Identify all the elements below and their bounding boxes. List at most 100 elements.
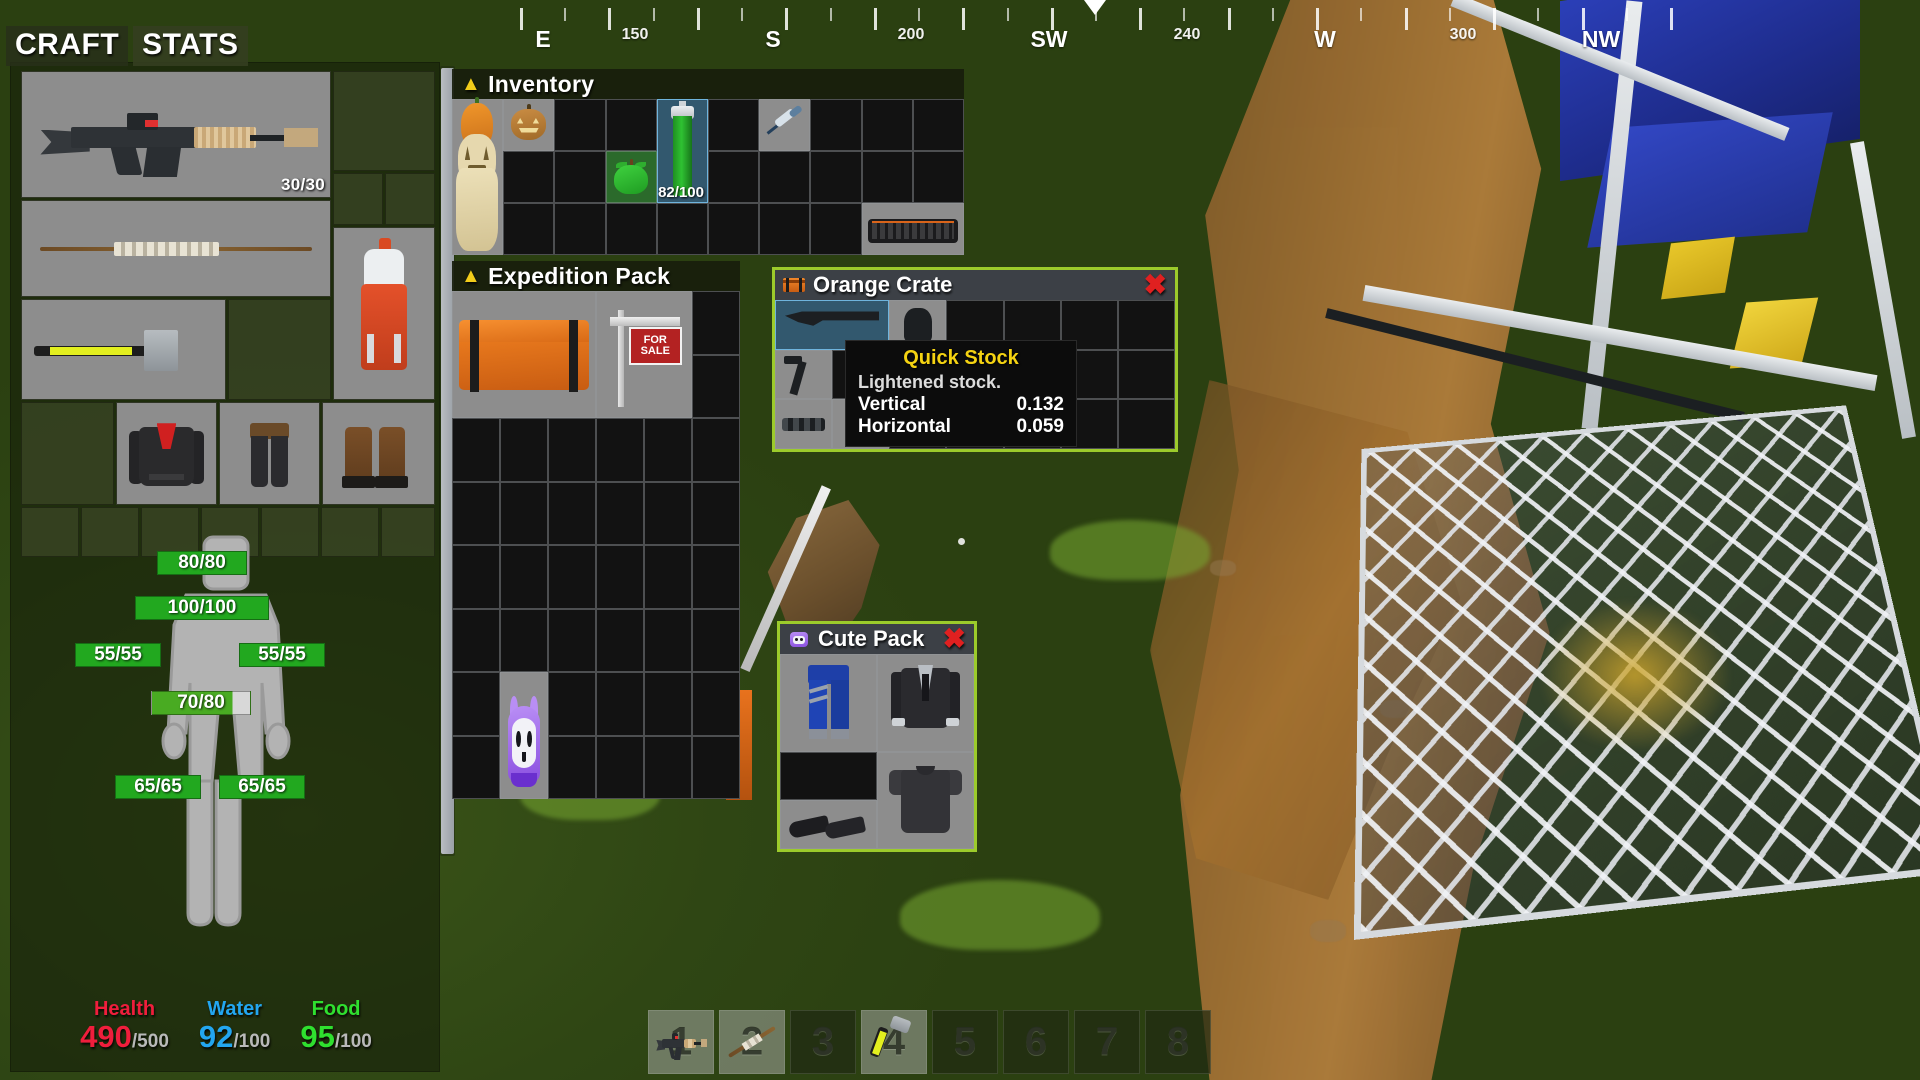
inventory-section-header[interactable]: ▲ Inventory bbox=[452, 69, 964, 99]
expedition-pack-cell[interactable] bbox=[644, 354, 692, 418]
inventory-cell[interactable] bbox=[605, 99, 657, 151]
inventory-cell[interactable] bbox=[503, 151, 555, 203]
expedition-pack-cell[interactable] bbox=[644, 735, 692, 799]
expedition-pack-cell[interactable] bbox=[452, 608, 500, 672]
cute-pack-cell[interactable] bbox=[780, 800, 877, 849]
close-icon[interactable]: ✖ bbox=[1144, 271, 1167, 299]
expedition-pack-cell[interactable] bbox=[596, 291, 644, 355]
expedition-pack-cell[interactable] bbox=[692, 672, 740, 736]
equip-slot-secondary-weapon[interactable] bbox=[21, 200, 331, 297]
expedition-pack-cell[interactable] bbox=[692, 608, 740, 672]
inventory-cell[interactable] bbox=[810, 151, 862, 203]
tab-craft[interactable]: CRAFT bbox=[6, 26, 129, 66]
cute-pack-cell[interactable] bbox=[780, 702, 877, 752]
inventory-cell[interactable] bbox=[861, 151, 913, 203]
expedition-pack-cell[interactable] bbox=[548, 608, 596, 672]
expedition-pack-cell[interactable] bbox=[548, 291, 596, 355]
expedition-pack-cell[interactable] bbox=[500, 608, 548, 672]
inventory-cell[interactable] bbox=[861, 99, 913, 151]
hotbar-slot-8[interactable]: 8 bbox=[1145, 1010, 1211, 1074]
inventory-cell[interactable] bbox=[554, 203, 606, 255]
inventory-cell[interactable] bbox=[912, 151, 964, 203]
equip-slot-pants[interactable] bbox=[219, 402, 320, 505]
expedition-pack-cell[interactable] bbox=[452, 672, 500, 736]
expedition-pack-cell[interactable] bbox=[500, 418, 548, 482]
expedition-pack-cell[interactable] bbox=[548, 672, 596, 736]
expedition-pack-cell[interactable] bbox=[452, 291, 500, 355]
expedition-pack-cell[interactable] bbox=[644, 418, 692, 482]
inventory-cell[interactable] bbox=[656, 99, 708, 151]
inventory-cell[interactable] bbox=[759, 151, 811, 203]
cute-pack-cell[interactable] bbox=[780, 654, 877, 703]
hotbar-slot-1[interactable]: 1 bbox=[648, 1010, 714, 1074]
inventory-cell[interactable] bbox=[861, 203, 913, 255]
expedition-pack-cell[interactable] bbox=[596, 418, 644, 482]
expedition-pack-cell[interactable] bbox=[644, 291, 692, 355]
expedition-pack-cell[interactable] bbox=[452, 354, 500, 418]
cute-pack-cell[interactable] bbox=[780, 751, 877, 801]
expedition-pack-cell[interactable] bbox=[692, 354, 740, 418]
expedition-pack-cell[interactable] bbox=[596, 545, 644, 609]
inventory-cell[interactable] bbox=[810, 203, 862, 255]
inventory-cell[interactable] bbox=[452, 99, 504, 151]
hotbar-slot-2[interactable]: 2 bbox=[719, 1010, 785, 1074]
cute-pack-cell[interactable] bbox=[877, 800, 974, 849]
expedition-pack-cell[interactable] bbox=[452, 418, 500, 482]
equip-slot-jacket[interactable] bbox=[116, 402, 217, 505]
inventory-cell[interactable] bbox=[708, 203, 760, 255]
pack-section-header[interactable]: ▲ Expedition Pack bbox=[452, 261, 740, 291]
expedition-pack-cell[interactable] bbox=[692, 735, 740, 799]
expedition-pack-cell[interactable] bbox=[452, 735, 500, 799]
inventory-grid[interactable]: 82/100 bbox=[452, 96, 964, 255]
expedition-pack-cell[interactable] bbox=[500, 354, 548, 418]
expedition-pack-cell[interactable] bbox=[644, 608, 692, 672]
tab-stats[interactable]: STATS bbox=[133, 26, 248, 66]
cute-pack-window[interactable]: Cute Pack ✖ bbox=[777, 621, 977, 852]
inventory-cell[interactable] bbox=[452, 203, 504, 255]
inventory-cell[interactable] bbox=[452, 151, 504, 203]
orange-crate-cell[interactable] bbox=[775, 399, 833, 449]
hotbar[interactable]: 12345 6 7 8 bbox=[648, 1010, 1211, 1074]
expedition-pack-cell[interactable] bbox=[596, 608, 644, 672]
expedition-pack-cell[interactable] bbox=[452, 481, 500, 545]
expedition-pack-cell[interactable] bbox=[548, 418, 596, 482]
inventory-cell[interactable] bbox=[759, 99, 811, 151]
expedition-pack-cell[interactable] bbox=[500, 481, 548, 545]
expedition-pack-cell[interactable] bbox=[644, 481, 692, 545]
cute-pack-titlebar[interactable]: Cute Pack ✖ bbox=[780, 624, 974, 654]
cute-pack-cell[interactable] bbox=[877, 751, 974, 801]
orange-crate-cell[interactable] bbox=[1117, 349, 1175, 400]
cute-pack-cell[interactable] bbox=[877, 654, 974, 703]
inventory-cell[interactable] bbox=[605, 203, 657, 255]
equip-slot-glasses[interactable] bbox=[385, 173, 435, 225]
inventory-cell[interactable] bbox=[708, 99, 760, 151]
inventory-cell[interactable] bbox=[605, 151, 657, 203]
equip-slot-mask[interactable] bbox=[333, 173, 383, 225]
equip-slot-shirt[interactable] bbox=[21, 402, 114, 505]
expedition-pack-cell[interactable] bbox=[644, 545, 692, 609]
equip-slot-hat[interactable] bbox=[333, 71, 435, 171]
inventory-cell[interactable] bbox=[656, 203, 708, 255]
expedition-pack-cell[interactable] bbox=[596, 354, 644, 418]
expedition-pack-cell[interactable] bbox=[692, 291, 740, 355]
hotbar-slot-4[interactable]: 4 bbox=[861, 1010, 927, 1074]
inventory-cell[interactable] bbox=[759, 203, 811, 255]
expedition-pack-cell[interactable] bbox=[500, 545, 548, 609]
equip-slot-backpack[interactable] bbox=[333, 227, 435, 400]
expedition-pack-cell[interactable] bbox=[692, 418, 740, 482]
expedition-pack-cell[interactable] bbox=[452, 545, 500, 609]
equip-slot-vest[interactable] bbox=[228, 299, 331, 400]
orange-crate-cell[interactable] bbox=[1117, 300, 1175, 350]
equip-slot-primary-weapon[interactable]: 30/30 bbox=[21, 71, 331, 198]
expedition-pack-cell[interactable] bbox=[500, 672, 548, 736]
inventory-cell[interactable] bbox=[554, 99, 606, 151]
inventory-cell[interactable] bbox=[503, 203, 555, 255]
hotbar-slot-5[interactable]: 5 bbox=[932, 1010, 998, 1074]
equip-slot-boots[interactable] bbox=[322, 402, 435, 505]
expedition-pack-cell[interactable] bbox=[596, 735, 644, 799]
hud-tab-bar[interactable]: CRAFT STATS bbox=[6, 26, 248, 66]
inventory-cell[interactable] bbox=[810, 99, 862, 151]
cute-pack-cell[interactable] bbox=[877, 702, 974, 752]
hotbar-slot-3[interactable]: 3 bbox=[790, 1010, 856, 1074]
inventory-cell[interactable] bbox=[554, 151, 606, 203]
